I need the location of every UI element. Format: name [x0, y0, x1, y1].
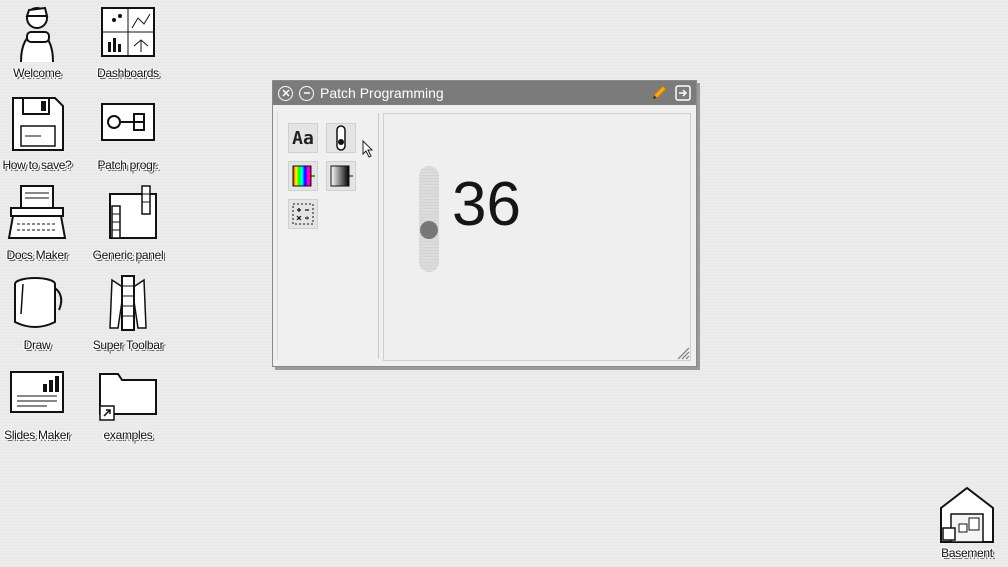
toolbar-icon — [109, 275, 147, 331]
desktop-icon-patch-progr[interactable]: Patch progr. — [83, 94, 173, 180]
desktop-icon-welcome[interactable]: Welcome — [0, 2, 82, 88]
desktop-icon-docs-maker[interactable]: Docs Maker — [0, 184, 82, 270]
calculator-icon — [292, 203, 314, 225]
window-title: Patch Programming — [320, 85, 444, 101]
gradient-icon — [330, 165, 353, 187]
desktop-icon-basement[interactable]: Basement — [922, 484, 1008, 567]
patch-canvas[interactable]: 36 — [383, 113, 691, 361]
value-slider[interactable] — [419, 166, 439, 272]
minimize-icon — [303, 92, 310, 94]
desktop-icon-how-to-save[interactable]: How to save? — [0, 94, 82, 180]
desktop-icon-label: Patch progr. — [97, 158, 159, 172]
dashboard-icon — [101, 7, 155, 57]
patch-programming-window[interactable]: Patch Programming Aa 36 — [272, 80, 697, 367]
slider-knob[interactable] — [420, 220, 438, 239]
desktop-icon-label: examples — [103, 428, 153, 442]
desktop-icon-slides-maker[interactable]: Slides Maker — [0, 364, 82, 450]
desktop-icon-draw[interactable]: Draw — [0, 274, 82, 360]
desktop-icon-label: Generic panel — [92, 248, 164, 262]
slides-icon — [10, 371, 64, 413]
floppy-disk-icon — [12, 97, 64, 151]
desktop-icon-label: Super Toolbar — [92, 338, 164, 352]
desktop-icon-examples[interactable]: examples — [83, 364, 173, 450]
color-picker-icon — [292, 165, 315, 187]
desktop-icon-label: Basement — [941, 546, 993, 560]
calculator-tool-button[interactable] — [288, 199, 318, 229]
resize-handle-icon[interactable] — [676, 346, 690, 360]
edit-pencil-icon[interactable] — [650, 84, 668, 102]
desktop-icon-generic-panel[interactable]: Generic panel — [83, 184, 173, 270]
typewriter-icon — [7, 185, 67, 239]
gradient-tool-button[interactable] — [326, 161, 356, 191]
text-tool-button[interactable]: Aa — [288, 123, 318, 153]
close-icon — [281, 89, 290, 97]
desktop-icon-dashboards[interactable]: Dashboards — [83, 2, 173, 88]
patch-icon — [101, 103, 155, 141]
color-tool-button[interactable] — [288, 161, 318, 191]
value-display: 36 — [452, 170, 521, 239]
folder-shortcut-icon — [99, 373, 157, 421]
desktop-icon-label: Dashboards — [97, 66, 159, 80]
text-tool-icon: Aa — [292, 127, 314, 149]
slider-tool-icon — [336, 125, 346, 151]
exit-icon[interactable] — [674, 84, 692, 102]
window-titlebar[interactable]: Patch Programming — [273, 81, 696, 105]
paint-bucket-icon — [14, 277, 63, 328]
desktop-icon-super-toolbar[interactable]: Super Toolbar — [83, 274, 173, 360]
house-icon — [940, 486, 994, 543]
close-button[interactable] — [278, 85, 293, 101]
person-icon — [20, 6, 54, 63]
mouse-cursor-icon — [362, 140, 374, 158]
panel-icon — [109, 185, 157, 239]
slider-tool-button[interactable] — [326, 123, 356, 153]
minimize-button[interactable] — [299, 85, 314, 101]
